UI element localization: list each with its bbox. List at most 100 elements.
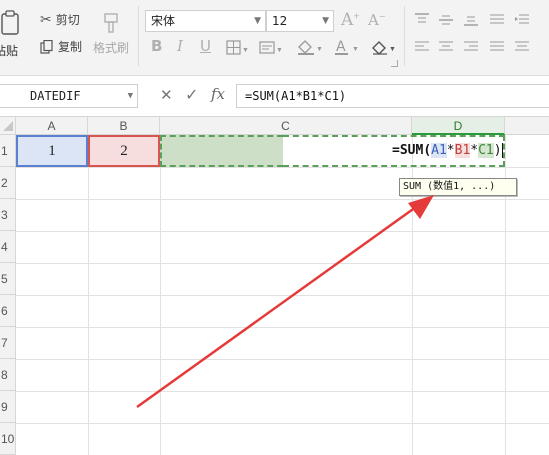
formula-operator: *	[470, 143, 479, 158]
gridline	[16, 263, 549, 264]
svg-text:▼: ▼	[242, 47, 248, 54]
font-name-value: 宋体	[151, 14, 176, 28]
cut-button[interactable]: ✂ 剪切	[40, 11, 80, 28]
chevron-down-icon: ▼	[322, 16, 329, 26]
column-header-bar: A B C D	[0, 117, 549, 135]
formula-close-paren: )	[493, 143, 502, 158]
formula-operator: *	[446, 143, 455, 158]
svg-text:▼: ▼	[352, 46, 359, 53]
gridline	[16, 423, 549, 424]
distribute-icon[interactable]	[514, 40, 530, 54]
column-header-d[interactable]: D	[412, 117, 505, 135]
formula-ref-c1: C1	[478, 143, 494, 158]
gridline	[16, 231, 549, 232]
text-cursor	[501, 143, 503, 158]
gridline	[16, 359, 549, 360]
svg-text:▼: ▼	[389, 46, 396, 53]
gridline	[16, 199, 549, 200]
wrap-text-icon[interactable]	[489, 13, 505, 27]
spreadsheet-grid: A B C D 1 2 3 4 5 6 7 8 9 10 1 2 =SUM(A1…	[0, 116, 549, 455]
svg-text:▼: ▼	[276, 47, 283, 54]
name-box[interactable]: DATEDIF ▼	[0, 84, 138, 108]
align-top-icon[interactable]	[414, 13, 430, 27]
scissors-icon: ✂	[40, 11, 52, 28]
gridline	[16, 391, 549, 392]
row-header-4[interactable]: 4	[0, 231, 16, 263]
copy-icon	[40, 39, 53, 54]
formula-ref-a1: A1	[431, 143, 447, 158]
cancel-icon[interactable]: ✕	[160, 86, 173, 104]
font-size-value: 12	[272, 14, 288, 28]
row-header-9[interactable]: 9	[0, 391, 16, 423]
enter-icon[interactable]: ✓	[185, 85, 198, 104]
row-header-10[interactable]: 10	[0, 423, 16, 455]
chevron-down-icon: ▼	[254, 16, 261, 26]
eraser-icon[interactable]: ▼	[369, 38, 397, 56]
align-bottom-icon[interactable]	[463, 13, 479, 27]
font-name-select[interactable]: 宋体 ▼	[145, 10, 266, 32]
cell-a1-value: 1	[48, 143, 56, 159]
cell-b1-value: 2	[120, 143, 128, 159]
italic-icon[interactable]: I	[177, 39, 183, 54]
ribbon-divider	[138, 6, 139, 66]
gridline	[16, 327, 549, 328]
cell-c1[interactable]	[160, 135, 283, 167]
fill-color-icon[interactable]: ▼	[296, 38, 324, 56]
row-header-7[interactable]: 7	[0, 327, 16, 359]
justify-icon[interactable]	[489, 40, 505, 54]
cell-a1[interactable]: 1	[16, 135, 88, 167]
row-header-8[interactable]: 8	[0, 359, 16, 391]
align-right-icon[interactable]	[463, 40, 479, 54]
formula-input[interactable]: =SUM(A1*B1*C1)	[236, 84, 549, 108]
align-middle-icon[interactable]	[438, 13, 454, 27]
row-header-1[interactable]: 1	[0, 135, 16, 167]
align-center-icon[interactable]	[438, 40, 454, 54]
gridline	[88, 135, 89, 455]
paste-button[interactable]: 粘贴	[0, 4, 30, 64]
cell-b1[interactable]: 2	[88, 135, 160, 167]
function-tooltip: SUM (数值1, ...)	[399, 178, 517, 196]
align-left-icon[interactable]	[414, 40, 430, 54]
cell-d1-editor[interactable]: =SUM(A1*B1*C1)	[392, 141, 503, 161]
column-header-c[interactable]: C	[160, 117, 412, 135]
row-header-3[interactable]: 3	[0, 199, 16, 231]
insert-function-icon[interactable]: fx	[211, 85, 225, 103]
row-header-6[interactable]: 6	[0, 295, 16, 327]
name-box-value: DATEDIF	[30, 89, 81, 103]
gridline	[16, 167, 549, 168]
grow-font-icon[interactable]: A+	[341, 12, 360, 29]
svg-text:▼: ▼	[316, 46, 323, 53]
row-header-5[interactable]: 5	[0, 263, 16, 295]
select-all-corner[interactable]	[0, 117, 16, 135]
copy-button[interactable]: 复制	[40, 38, 82, 55]
brush-icon	[104, 13, 118, 33]
function-tooltip-text: SUM (数值1, ...)	[403, 181, 496, 192]
ribbon-divider	[404, 6, 405, 66]
ribbon-toolbar: 粘贴 ✂ 剪切 复制 格式刷 宋体 ▼ 12 ▼ A+ A− B I U ▼ ▼…	[0, 0, 549, 76]
formula-prefix: =SUM	[392, 143, 424, 158]
font-size-select[interactable]: 12 ▼	[266, 10, 334, 32]
formula-open-paren: (	[423, 143, 432, 158]
format-painter-label: 格式刷	[93, 41, 130, 55]
copy-label: 复制	[58, 40, 83, 54]
formula-text: =SUM(A1*B1*C1)	[245, 89, 347, 103]
column-header-e[interactable]	[505, 117, 549, 135]
format-painter-button[interactable]: 格式刷	[93, 12, 129, 58]
column-header-b[interactable]: B	[88, 117, 160, 135]
chevron-down-icon: ▼	[127, 91, 133, 101]
formula-bar: DATEDIF ▼ ✕ ✓ fx =SUM(A1*B1*C1)	[0, 82, 549, 110]
paste-label: 粘贴	[0, 44, 19, 58]
underline-icon[interactable]: U	[200, 39, 211, 54]
shrink-font-icon[interactable]: A−	[368, 13, 386, 28]
column-header-a[interactable]: A	[16, 117, 88, 135]
cell-style-icon[interactable]: ▼	[259, 40, 283, 56]
row-header-2[interactable]: 2	[0, 167, 16, 199]
svg-text:A: A	[336, 39, 346, 55]
gridline	[160, 135, 161, 455]
border-icon[interactable]: ▼	[226, 40, 248, 56]
indent-icon[interactable]	[514, 13, 530, 27]
gridline	[16, 295, 549, 296]
bold-icon[interactable]: B	[151, 39, 162, 54]
ribbon-group-launcher[interactable]	[391, 60, 398, 67]
font-color-icon[interactable]: A ▼	[334, 38, 360, 56]
